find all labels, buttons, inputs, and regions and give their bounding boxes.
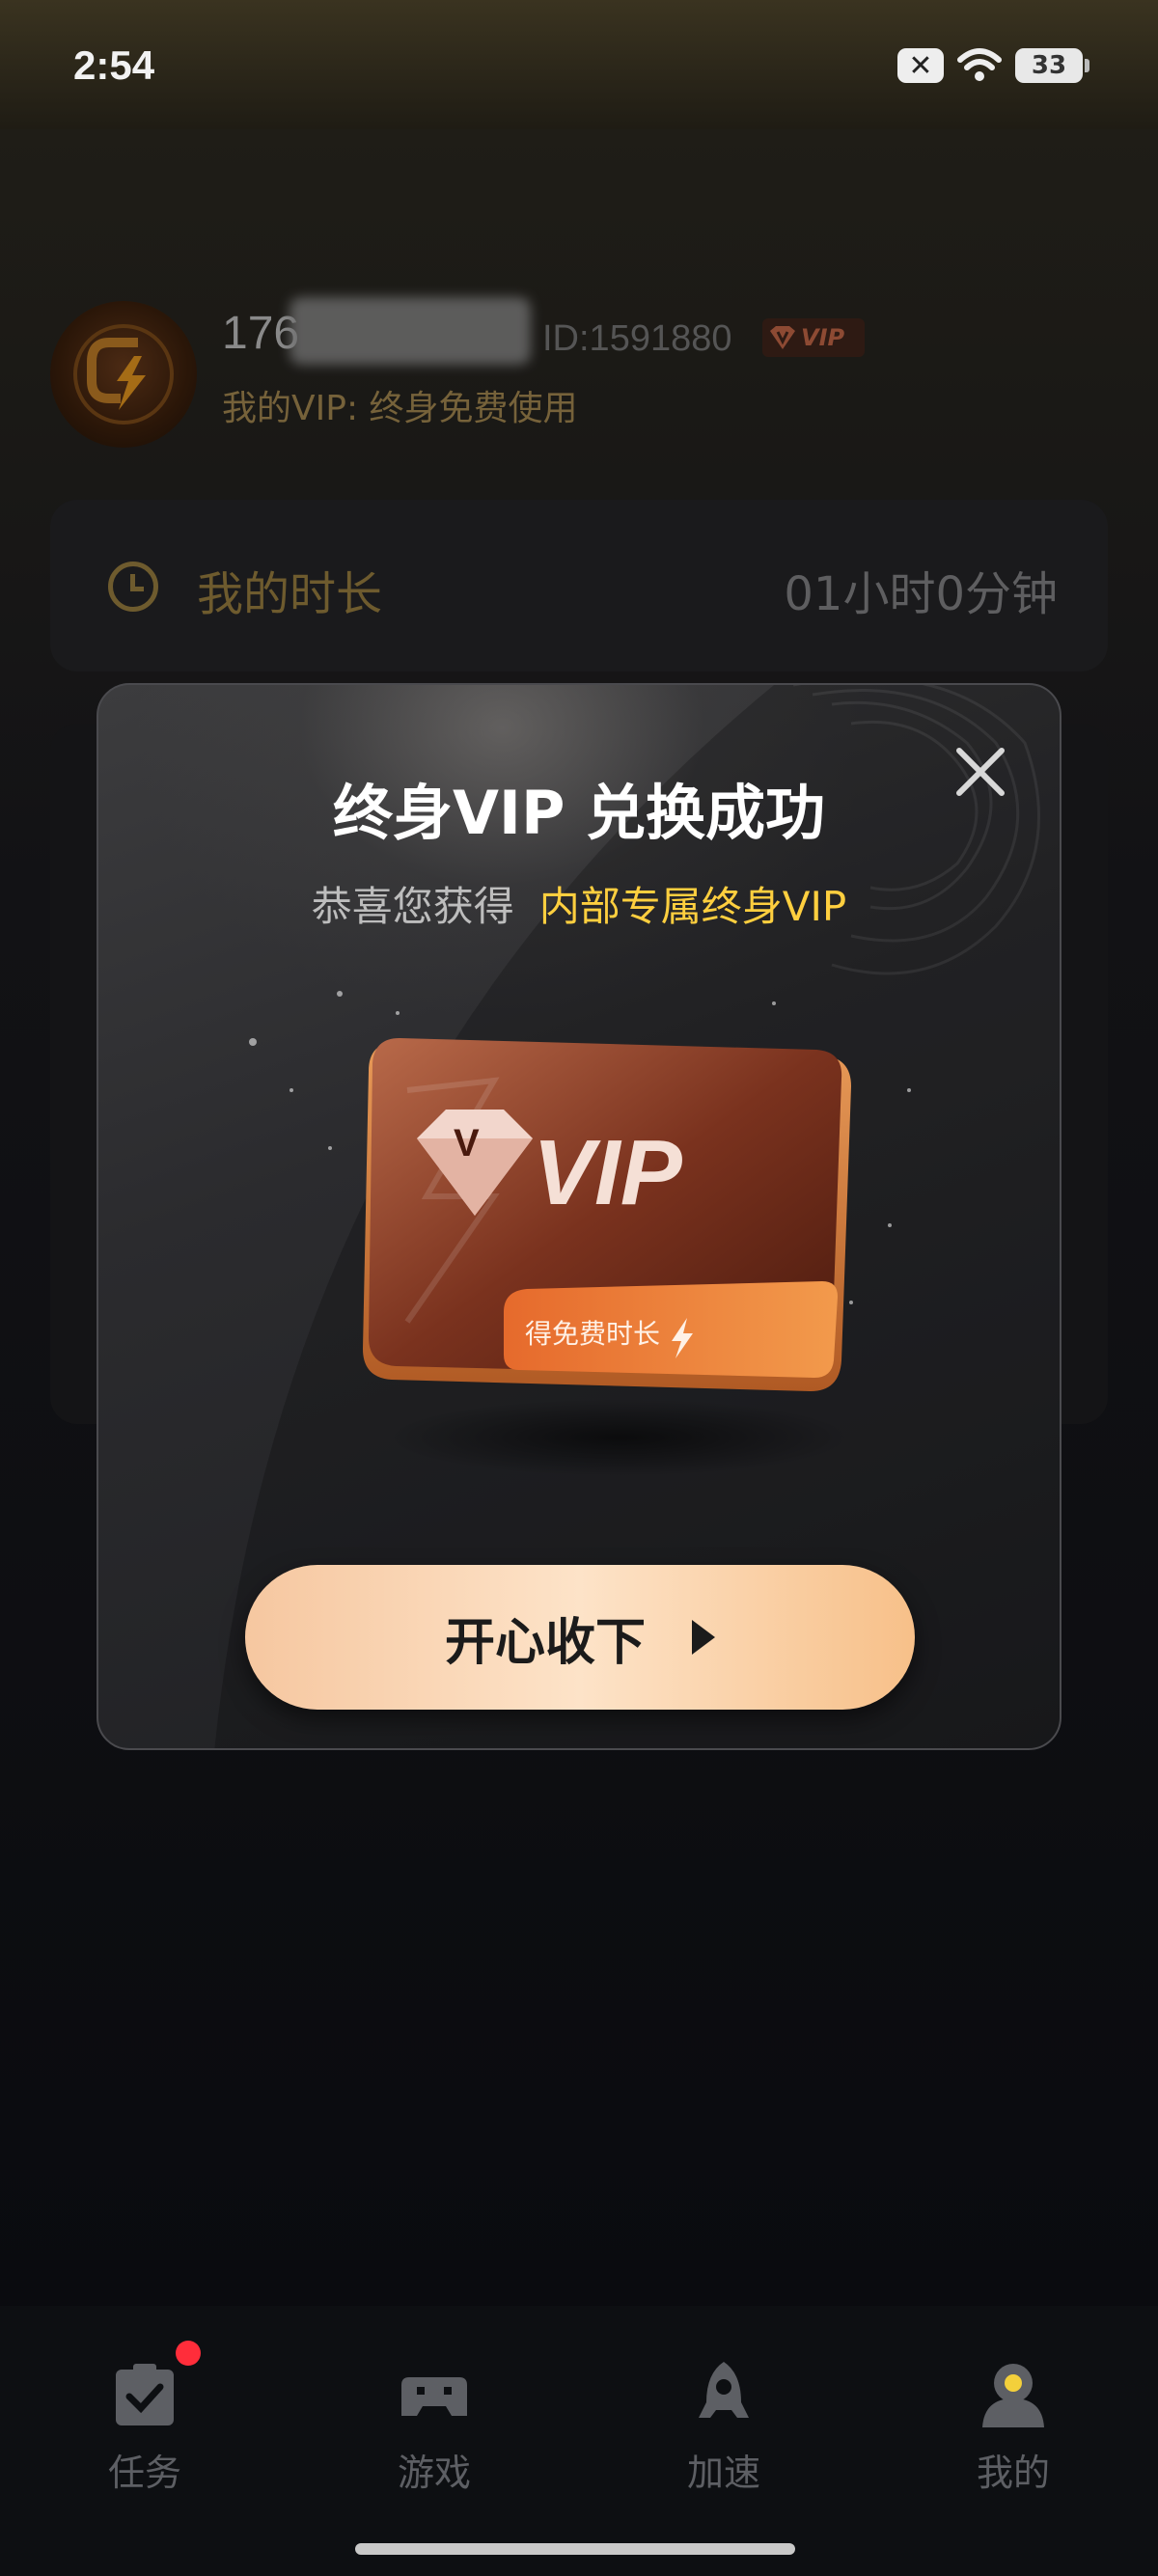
vip-success-dialog: 终身VIP 兑换成功 恭喜您获得 内部专属终身VIP V VIP 得免费时长 开…: [96, 683, 1062, 1750]
vip-diamond-icon: [770, 326, 795, 349]
battery-level: 33: [1031, 51, 1067, 80]
play-arrow-icon: [692, 1620, 715, 1655]
rocket-icon: [689, 2360, 758, 2429]
duration-value: 01小时0分钟: [784, 567, 1058, 621]
user-phone: 176: [222, 308, 300, 359]
tab-mine-label: 我的: [976, 2452, 1050, 2494]
close-icon[interactable]: [950, 741, 1011, 803]
status-time: 2:54: [73, 42, 155, 88]
home-indicator[interactable]: [355, 2543, 795, 2555]
tab-boost-label: 加速: [686, 2452, 760, 2494]
accept-label: 开心收下: [444, 1613, 646, 1672]
vip-card-logo-text: VIP: [533, 1121, 683, 1224]
tab-games[interactable]: 游戏: [357, 2360, 511, 2514]
subtitle-highlight: 内部专属终身VIP: [538, 883, 847, 930]
tab-tasks[interactable]: 任务: [68, 2341, 222, 2514]
wifi-icon: [957, 48, 1002, 81]
svg-text:V: V: [454, 1122, 480, 1165]
dialog-title: 终身VIP 兑换成功: [332, 778, 826, 848]
avatar[interactable]: [50, 301, 197, 448]
tab-games-label: 游戏: [397, 2452, 471, 2494]
subtitle-text: 恭喜您获得: [311, 883, 514, 930]
status-bar: 2:54 ✕ 33: [0, 0, 1158, 129]
lightning-logo-icon: [73, 324, 174, 425]
tab-mine[interactable]: 我的: [936, 2360, 1090, 2514]
bottom-tab-bar: 任务 游戏 加速 我的: [0, 2306, 1158, 2576]
notification-close-icon: ✕: [897, 48, 944, 83]
vip-card-illustration: V VIP 得免费时长: [363, 1038, 851, 1476]
user-id: ID:1591880: [542, 318, 732, 359]
status-icons: ✕ 33: [897, 48, 1089, 83]
dialog-subtitle: 恭喜您获得 内部专属终身VIP: [98, 874, 1060, 933]
duration-card[interactable]: 我的时长 01小时0分钟: [50, 500, 1108, 671]
clock-icon: [108, 562, 158, 612]
duration-label: 我的时长: [197, 567, 383, 621]
tab-boost[interactable]: 加速: [647, 2360, 801, 2514]
tab-tasks-label: 任务: [107, 2452, 181, 2494]
vip-card-tag: 得免费时长: [525, 1318, 660, 1350]
notification-badge: [176, 2341, 201, 2366]
accept-button[interactable]: 开心收下: [245, 1565, 915, 1710]
vip-badge: VIP: [762, 318, 865, 357]
vip-status: 我的VIP: 终身免费使用: [222, 389, 578, 428]
gamepad-icon: [400, 2360, 469, 2429]
vip-badge-label: VIP: [801, 324, 845, 351]
task-check-icon: [110, 2341, 201, 2429]
battery-icon: 33: [1015, 48, 1089, 83]
profile-icon: [979, 2360, 1048, 2429]
phone-redaction: [290, 297, 531, 365]
